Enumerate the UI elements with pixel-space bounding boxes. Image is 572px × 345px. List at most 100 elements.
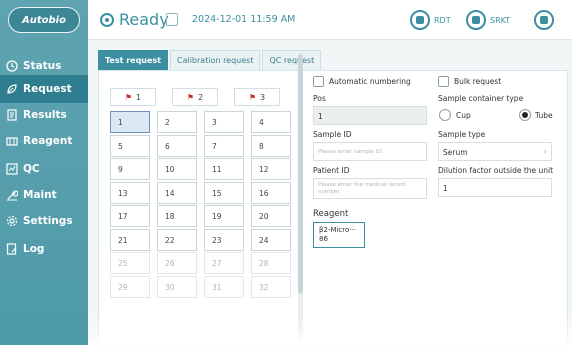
- reagent-item-count: 86: [319, 235, 328, 243]
- sidebar: Autobio Status Request Results Reagent Q…: [0, 0, 88, 345]
- position-cell[interactable]: 7: [204, 134, 244, 157]
- top-header: Ready 2024-12-01 11:59 AM RDT SRKT: [88, 0, 572, 40]
- position-cell[interactable]: 25: [110, 252, 150, 274]
- sidebar-item-label: Status: [23, 60, 62, 72]
- rack-flag-icon: ⚑: [248, 92, 257, 102]
- ready-status-icon: [100, 12, 114, 27]
- pos-label: Pos: [313, 94, 326, 103]
- tube-label: Tube: [535, 111, 553, 120]
- sidebar-item-qc[interactable]: QC: [0, 155, 88, 183]
- sidebar-item-label: QC: [23, 163, 40, 175]
- position-cell[interactable]: 6: [157, 134, 197, 157]
- position-cell[interactable]: 29: [110, 275, 150, 298]
- automatic-numbering-checkbox[interactable]: [313, 76, 324, 87]
- rack-button-1[interactable]: ⚑ 1: [110, 88, 156, 106]
- position-cell[interactable]: 27: [204, 252, 244, 274]
- wrench-icon: [6, 189, 18, 201]
- automatic-numbering-label: Automatic numbering: [329, 77, 411, 86]
- rack-label: 1: [136, 92, 142, 102]
- position-cell[interactable]: 15: [204, 181, 244, 204]
- rack-label: 3: [260, 92, 266, 102]
- position-cell[interactable]: 8: [251, 134, 291, 157]
- tab-calibration-request[interactable]: Calibration request: [170, 50, 261, 70]
- position-cell[interactable]: 32: [251, 275, 291, 298]
- srkt-button[interactable]: SRKT: [466, 9, 510, 31]
- datetime-display: 2024-12-01 11:59 AM: [192, 14, 296, 25]
- position-cell[interactable]: 31: [204, 275, 244, 298]
- position-cell[interactable]: 17: [110, 205, 150, 227]
- position-cell[interactable]: 28: [251, 252, 291, 274]
- chevron-right-icon: ›: [543, 147, 547, 156]
- sample-id-label: Sample ID: [313, 130, 352, 139]
- device-status-icon[interactable]: [166, 13, 178, 26]
- leaf-icon: [6, 83, 18, 95]
- tab-test-request[interactable]: Test request: [98, 50, 168, 70]
- sidebar-item-label: Request: [23, 83, 72, 95]
- position-cell[interactable]: 20: [251, 205, 291, 227]
- srkt-icon: [466, 10, 486, 30]
- dilution-input[interactable]: 1: [438, 178, 552, 197]
- rack-button-3[interactable]: ⚑ 3: [234, 88, 280, 106]
- position-cell[interactable]: 5: [110, 134, 150, 157]
- pos-field: 1: [313, 106, 427, 125]
- tab-qc-request[interactable]: QC request: [262, 50, 322, 70]
- position-cell[interactable]: 26: [157, 252, 197, 274]
- position-cell[interactable]: 22: [157, 228, 197, 251]
- position-cell[interactable]: 24: [251, 228, 291, 251]
- scrollbar-thumb[interactable]: [298, 54, 303, 294]
- rack-flag-icon: ⚑: [186, 92, 195, 102]
- grid-scrollbar[interactable]: [298, 52, 303, 342]
- position-cell[interactable]: 3: [204, 111, 244, 133]
- position-cell[interactable]: 23: [204, 228, 244, 251]
- chart-icon: [6, 163, 18, 175]
- bulk-request-checkbox[interactable]: [438, 76, 449, 87]
- position-cell[interactable]: 14: [157, 181, 197, 204]
- position-cell[interactable]: 16: [251, 181, 291, 204]
- sample-type-value: Serum: [443, 148, 468, 157]
- position-cell[interactable]: 19: [204, 205, 244, 227]
- sidebar-item-log[interactable]: Log: [0, 235, 88, 263]
- patient-id-label: Patient ID: [313, 166, 350, 175]
- sidebar-item-settings[interactable]: Settings: [0, 207, 88, 235]
- clock-icon: [6, 60, 18, 72]
- request-tabs: Test request Calibration request QC requ…: [98, 50, 323, 70]
- position-cell[interactable]: 12: [251, 158, 291, 180]
- tube-radio[interactable]: [519, 109, 531, 121]
- sidebar-item-results[interactable]: Results: [0, 101, 88, 129]
- rdt-label: RDT: [434, 15, 451, 25]
- sample-type-select[interactable]: Serum ›: [438, 142, 552, 161]
- rack-label: 2: [198, 92, 204, 102]
- position-cell[interactable]: 4: [251, 111, 291, 133]
- rdt-icon: [410, 10, 430, 30]
- cup-label: Cup: [456, 111, 471, 120]
- sample-id-input[interactable]: Please enter sample ID.: [313, 142, 427, 161]
- rdt-button[interactable]: RDT: [410, 9, 451, 31]
- brand-logo: Autobio: [8, 7, 80, 33]
- third-header-button[interactable]: [534, 9, 558, 31]
- position-cell[interactable]: 18: [157, 205, 197, 227]
- sidebar-item-reagent[interactable]: Reagent: [0, 127, 88, 155]
- dilution-label: Dilution factor outside the unit: [438, 166, 554, 175]
- status-indicator: Ready: [100, 10, 169, 29]
- reagent-icon: [6, 135, 18, 147]
- position-cell[interactable]: 2: [157, 111, 197, 133]
- patient-id-input[interactable]: Please enter the medical record number.: [313, 178, 427, 199]
- position-cell[interactable]: 13: [110, 181, 150, 204]
- cup-radio[interactable]: [439, 109, 451, 121]
- sidebar-item-maint[interactable]: Maint: [0, 181, 88, 209]
- position-cell[interactable]: 10: [157, 158, 197, 180]
- position-cell[interactable]: 30: [157, 275, 197, 298]
- position-cell[interactable]: 1: [110, 111, 150, 133]
- gear-icon: [6, 215, 18, 227]
- reagent-label: Reagent: [313, 209, 349, 219]
- sidebar-item-label: Reagent: [23, 135, 73, 147]
- rack-flag-icon: ⚑: [124, 92, 133, 102]
- reagent-item[interactable]: β2-Micro··· 86: [313, 222, 365, 248]
- document-icon: [6, 109, 18, 121]
- sidebar-item-request[interactable]: Request: [0, 75, 88, 103]
- sidebar-item-label: Settings: [23, 215, 73, 227]
- position-cell[interactable]: 21: [110, 228, 150, 251]
- position-cell[interactable]: 11: [204, 158, 244, 180]
- position-cell[interactable]: 9: [110, 158, 150, 180]
- rack-button-2[interactable]: ⚑ 2: [172, 88, 218, 106]
